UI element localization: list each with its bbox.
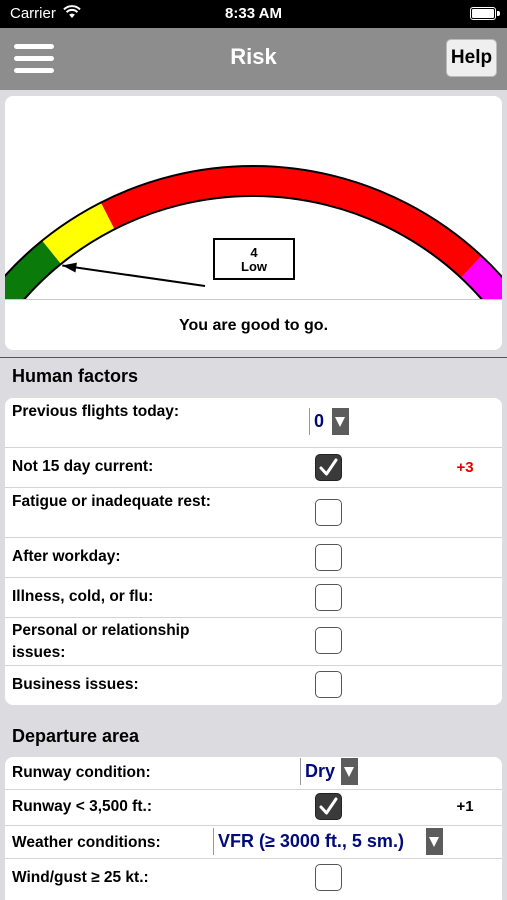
row-label: Runway condition: [12,764,151,781]
gauge-needle [62,264,206,287]
battery-icon [470,7,500,20]
fatigue-checkbox[interactable] [315,499,342,526]
row-weather-conditions: Weather conditions: VFR (≥ 3000 ft., 5 s… [5,826,502,859]
risk-gauge-card: 4 Low You are good to go. [5,96,502,350]
row-business-issues: Business issues: [5,666,502,705]
runway-condition-select[interactable]: Dry [300,758,358,785]
page-title: Risk [230,44,277,69]
select-value: VFR (≥ 3000 ft., 5 sm.) [218,831,404,851]
human-factors-list: Previous flights today: 0 Not 15 day cur… [5,398,502,705]
personal-issues-checkbox[interactable] [315,627,342,654]
checkmark-icon [319,797,338,815]
divider [0,357,507,358]
row-illness: Illness, cold, or flu: [5,578,502,618]
row-label: Weather conditions: [12,834,161,851]
row-label: Illness, cold, or flu: [12,588,154,605]
clock: 8:33 AM [225,5,282,22]
not-15-day-current-checkbox[interactable] [315,454,342,481]
risk-message: You are good to go. [178,317,329,334]
runway-length-checkbox[interactable] [315,793,342,820]
previous-flights-select[interactable]: 0 [309,408,349,435]
row-runway-length: Runway < 3,500 ft.: +1 [5,790,502,826]
divider [5,299,502,300]
business-issues-checkbox[interactable] [315,671,342,698]
dropdown-arrow-icon [332,408,349,435]
wind-gust-checkbox[interactable] [315,864,342,891]
row-label: Business issues: [12,676,139,693]
select-value: Dry [305,761,336,781]
section-header-human-factors: Human factors [12,366,139,386]
row-fatigue: Fatigue or inadequate rest: [5,488,502,538]
score-value: 4 [250,245,258,260]
points-value: +1 [456,798,474,815]
row-previous-flights: Previous flights today: 0 [5,398,502,448]
row-label: Previous flights today: [12,403,180,420]
section-header-departure-area: Departure area [12,726,140,746]
dropdown-arrow-icon [426,828,443,855]
row-label: Personal or relationship issues: [12,622,190,661]
gauge-needle-head [62,262,77,273]
after-workday-checkbox[interactable] [315,544,342,571]
help-button[interactable]: Help [446,39,497,77]
score-level: Low [241,259,267,274]
row-label: Fatigue or inadequate rest: [12,493,211,510]
dropdown-arrow-icon [341,758,358,785]
row-runway-condition: Runway condition: Dry [5,757,502,790]
checkmark-icon [319,458,338,476]
row-wind-gust: Wind/gust ≥ 25 kt.: [5,859,502,899]
row-label: After workday: [12,548,121,565]
departure-area-list: Runway condition: Dry Runway < 3,500 ft.… [5,757,502,900]
row-personal-issues: Personal or relationship issues: [5,618,502,666]
points-value: +3 [456,459,474,476]
navigation-bar: Risk Help [0,28,507,90]
row-label: Wind/gust ≥ 25 kt.: [12,869,149,886]
status-bar: Carrier 8:33 AM [0,0,507,28]
select-value: 0 [314,411,325,431]
row-not-15-day-current: Not 15 day current: +3 [5,448,502,488]
score-box: 4 Low [213,238,295,280]
row-label: Not 15 day current: [12,458,154,475]
illness-checkbox[interactable] [315,584,342,611]
weather-conditions-select[interactable]: VFR (≥ 3000 ft., 5 sm.) [213,828,443,855]
row-after-workday: After workday: [5,538,502,578]
row-label: Runway < 3,500 ft.: [12,798,152,815]
